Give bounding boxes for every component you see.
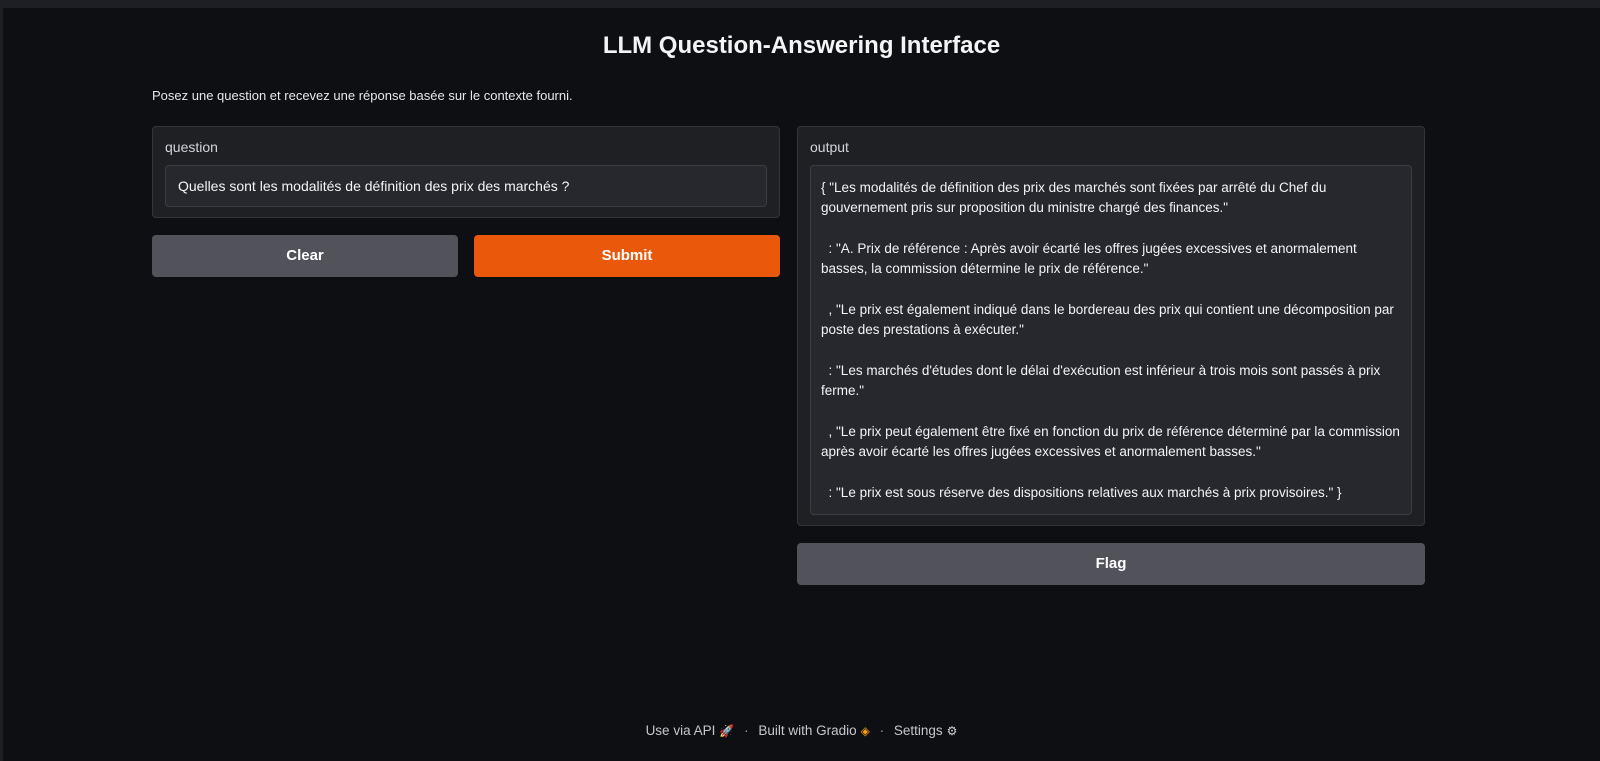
use-via-api-label: Use via API	[645, 723, 716, 739]
clear-button[interactable]: Clear	[152, 235, 458, 277]
output-paragraph: : "Le prix est sous réserve des disposit…	[821, 485, 1342, 500]
settings-label: Settings	[893, 723, 943, 739]
output-paragraph: : "A. Prix de référence : Après avoir éc…	[821, 241, 1361, 276]
output-paragraph: , "Le prix est également indiqué dans le…	[821, 302, 1398, 337]
output-paragraph: : "Les marchés d'études dont le délai d'…	[821, 363, 1385, 398]
flag-button[interactable]: Flag	[797, 543, 1425, 585]
rocket-icon: 🚀	[719, 723, 735, 738]
output-paragraph: , "Le prix peut également être fixé en f…	[821, 424, 1404, 459]
output-textbox[interactable]: { "Les modalités de définition des prix …	[810, 165, 1412, 515]
use-via-api-link[interactable]: Use via API 🚀	[646, 722, 735, 738]
app-window: LLM Question-Answering Interface Posez u…	[0, 0, 1600, 761]
footer-separator: ·	[879, 722, 885, 738]
gear-icon: ⚙	[946, 723, 958, 738]
question-label: question	[165, 139, 218, 155]
question-input[interactable]: Quelles sont les modalités de définition…	[165, 165, 767, 207]
submit-button[interactable]: Submit	[474, 235, 780, 277]
built-with-gradio-link[interactable]: Built with Gradio ◈	[758, 722, 870, 738]
output-block: output { "Les modalités de définition de…	[797, 126, 1425, 526]
page-description: Posez une question et recevez une répons…	[152, 88, 573, 103]
built-with-gradio-label: Built with Gradio	[758, 723, 857, 739]
output-paragraph: { "Les modalités de définition des prix …	[821, 180, 1331, 215]
gradio-logo-icon: ◈	[860, 723, 870, 738]
question-block: question Quelles sont les modalités de d…	[152, 126, 780, 218]
settings-link[interactable]: Settings ⚙	[894, 722, 958, 738]
page-title: LLM Question-Answering Interface	[602, 32, 1001, 59]
footer-separator: ·	[744, 722, 749, 738]
output-label: output	[810, 139, 849, 155]
footer: Use via API 🚀 · Built with Gradio ◈ · Sett…	[3, 722, 1600, 738]
